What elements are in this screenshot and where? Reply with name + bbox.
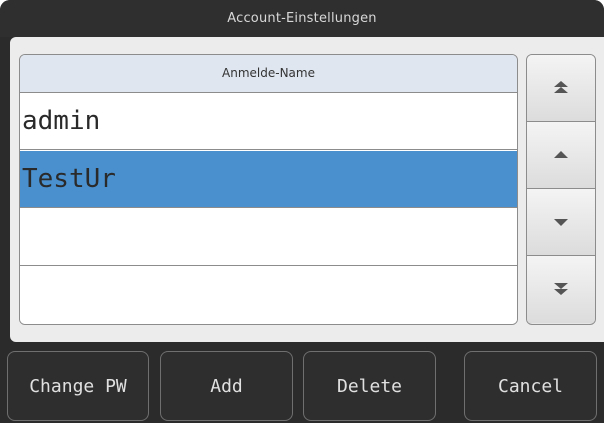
window-title: Account-Einstellungen [0, 0, 604, 37]
scroll-to-bottom-button[interactable] [527, 256, 595, 323]
down-arrow-icon [554, 219, 568, 226]
delete-button[interactable]: Delete [303, 351, 436, 421]
column-header-login-name: Anmelde-Name [20, 55, 517, 93]
list-item-selected[interactable]: TestUr [20, 151, 517, 208]
scroll-down-button[interactable] [527, 189, 595, 256]
scroll-up-button[interactable] [527, 122, 595, 189]
list-item[interactable]: admin [20, 93, 517, 150]
action-bar: Change PW Add Delete Cancel [0, 342, 604, 423]
scroll-to-top-button[interactable] [527, 55, 595, 122]
list-item[interactable] [20, 209, 517, 266]
up-arrow-icon [554, 151, 568, 158]
list-item[interactable] [20, 267, 517, 324]
account-settings-window: Account-Einstellungen Anmelde-Name admin… [0, 0, 604, 423]
scroll-controls [526, 54, 596, 325]
change-password-button[interactable]: Change PW [7, 351, 149, 421]
cancel-button[interactable]: Cancel [464, 351, 597, 421]
double-down-arrow-icon [554, 283, 568, 295]
double-up-arrow-icon [554, 81, 568, 93]
account-list: Anmelde-Name admin TestUr [19, 54, 518, 325]
content-panel: Anmelde-Name admin TestUr [10, 37, 604, 342]
add-button[interactable]: Add [160, 351, 293, 421]
